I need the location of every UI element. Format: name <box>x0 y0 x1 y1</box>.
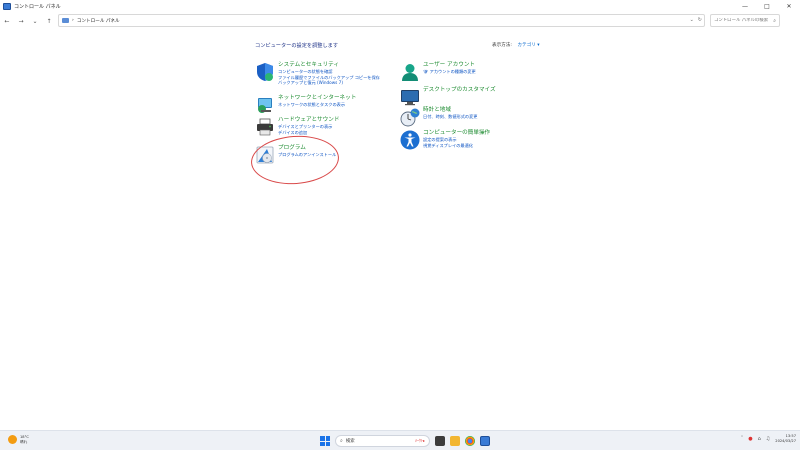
link-optimize-display[interactable]: 視覚ディスプレイの最適化 <box>423 143 490 149</box>
network-icon[interactable] <box>255 95 275 115</box>
window-title: コントロール パネル <box>14 4 61 10</box>
search-highlight-deco: ﾒｰｹﾄ▸ <box>414 438 425 443</box>
category-hardware-sound: ハードウェアとサウンド デバイスとプリンターの表示 デバイスの追加 <box>255 117 339 137</box>
task-view-icon[interactable] <box>435 436 445 446</box>
up-button[interactable]: ↑ <box>42 14 56 28</box>
category-title-network-internet[interactable]: ネットワークとインターネット <box>278 95 356 102</box>
search-icon: ⌕ <box>340 438 343 444</box>
start-button[interactable] <box>320 436 330 446</box>
address-bar[interactable]: › コントロール パネル ⌄ ↻ <box>58 14 705 27</box>
clock-date: 2024/03/27 <box>775 439 796 443</box>
link-date-time-format[interactable]: 日付、時刻、数値形式の変更 <box>423 114 477 120</box>
category-user-accounts: ユーザー アカウント 🛡 アカウントの種類の変更 <box>400 62 476 82</box>
navigation-bar: ← → ⌄ ↑ › コントロール パネル ⌄ ↻ ⌕ <box>0 13 800 29</box>
app-tray-icon[interactable]: ● <box>748 436 752 442</box>
clock-icon[interactable] <box>400 107 420 127</box>
breadcrumb-separator[interactable]: › <box>72 18 74 23</box>
chrome-icon[interactable] <box>465 436 475 446</box>
windows-logo-pane <box>325 441 330 446</box>
category-title-user-accounts[interactable]: ユーザー アカウント <box>423 62 476 69</box>
view-by-dropdown[interactable]: カテゴリ ▾ <box>517 43 539 48</box>
recent-locations-button[interactable]: ⌄ <box>28 14 42 28</box>
show-hidden-icons-button[interactable]: ˆ <box>741 436 744 442</box>
category-title-desktop-customize[interactable]: デスクトップのカスタマイズ <box>423 87 496 94</box>
category-clock-region: 時計と地域 日付、時刻、数値形式の変更 <box>400 107 477 127</box>
accessibility-icon[interactable] <box>400 130 420 150</box>
volume-tray-icon[interactable]: ♫ <box>766 436 770 442</box>
category-title-clock-region[interactable]: 時計と地域 <box>423 107 477 114</box>
sun-icon <box>8 435 17 444</box>
annotation-circle <box>249 132 341 188</box>
search-input[interactable] <box>714 18 769 23</box>
windows-logo-pane <box>320 441 325 446</box>
control-panel-breadcrumb-icon <box>62 18 69 23</box>
taskbar-search[interactable]: ⌕ 検索 ﾒｰｹﾄ▸ <box>335 435 430 447</box>
desktop-icon[interactable] <box>400 87 420 107</box>
weather-condition: 晴れ <box>20 439 28 444</box>
category-network-internet: ネットワークとインターネット ネットワークの状態とタスクの表示 <box>255 95 356 115</box>
control-panel-window: コントロール パネル — □ ✕ ← → ⌄ ↑ › コントロール パネル ⌄ … <box>0 0 800 430</box>
page-title: コンピューターの設定を調整します <box>255 43 339 49</box>
windows-logo-pane <box>325 436 330 441</box>
taskbar-clock[interactable]: 13:57 2024/03/27 <box>775 434 796 444</box>
network-tray-icon[interactable]: ⌂ <box>758 436 761 442</box>
minimize-button[interactable]: — <box>734 0 756 13</box>
link-add-device[interactable]: デバイスの追加 <box>278 130 339 136</box>
windows-logo-pane <box>320 436 325 441</box>
close-button[interactable]: ✕ <box>778 0 800 13</box>
taskbar-search-placeholder: 検索 <box>345 439 355 444</box>
weather-temp: 18°C <box>20 435 29 439</box>
maximize-button[interactable]: □ <box>756 0 778 13</box>
category-title-ease-of-access[interactable]: コンピューターの簡単操作 <box>423 130 490 137</box>
back-button[interactable]: ← <box>0 14 14 28</box>
link-change-account-type[interactable]: 🛡 アカウントの種類の変更 <box>423 69 476 75</box>
link-backup-restore[interactable]: バックアップと復元 (Windows 7) <box>278 80 380 86</box>
user-icon[interactable] <box>400 62 420 82</box>
file-explorer-icon[interactable] <box>450 436 460 446</box>
category-ease-of-access: コンピューターの簡単操作 設定の提案の表示 視覚ディスプレイの最適化 <box>400 130 490 150</box>
window-controls: — □ ✕ <box>734 0 800 13</box>
link-devices-printers[interactable]: デバイスとプリンターの表示 <box>278 124 339 130</box>
forward-button[interactable]: → <box>14 14 28 28</box>
taskbar: 18°C 晴れ ⌕ 検索 ﾒｰｹﾄ▸ ˆ ● ⌂ ♫ 13:57 2024/03… <box>0 430 800 450</box>
category-desktop-customize: デスクトップのカスタマイズ <box>400 87 496 107</box>
category-title-hardware-sound[interactable]: ハードウェアとサウンド <box>278 117 339 124</box>
search-box[interactable]: ⌕ <box>710 14 780 27</box>
search-icon[interactable]: ⌕ <box>773 18 776 24</box>
view-by-label: 表示方法: <box>492 43 512 48</box>
system-tray: ˆ ● ⌂ ♫ 13:57 2024/03/27 <box>741 434 796 444</box>
title-bar: コントロール パネル — □ ✕ <box>0 0 800 13</box>
category-title-system-security[interactable]: システムとセキュリティ <box>278 62 380 69</box>
link-network-status[interactable]: ネットワークの状態とタスクの表示 <box>278 102 356 108</box>
breadcrumb-control-panel[interactable]: コントロール パネル <box>77 18 120 24</box>
weather-widget[interactable]: 18°C 晴れ <box>8 435 29 444</box>
view-by: 表示方法: カテゴリ ▾ <box>492 42 540 48</box>
address-dropdown-icon[interactable]: ⌄ <box>690 17 694 23</box>
shield-icon[interactable] <box>255 62 275 82</box>
control-panel-taskbar-icon[interactable] <box>480 436 490 446</box>
category-system-security: システムとセキュリティ コンピューターの状態を確認 ファイル履歴でファイルのバッ… <box>255 62 380 86</box>
refresh-icon[interactable]: ↻ <box>698 17 702 23</box>
taskbar-apps: ⌕ 検索 ﾒｰｹﾄ▸ <box>320 434 490 448</box>
control-panel-app-icon <box>3 3 11 10</box>
printer-icon[interactable] <box>255 117 275 137</box>
